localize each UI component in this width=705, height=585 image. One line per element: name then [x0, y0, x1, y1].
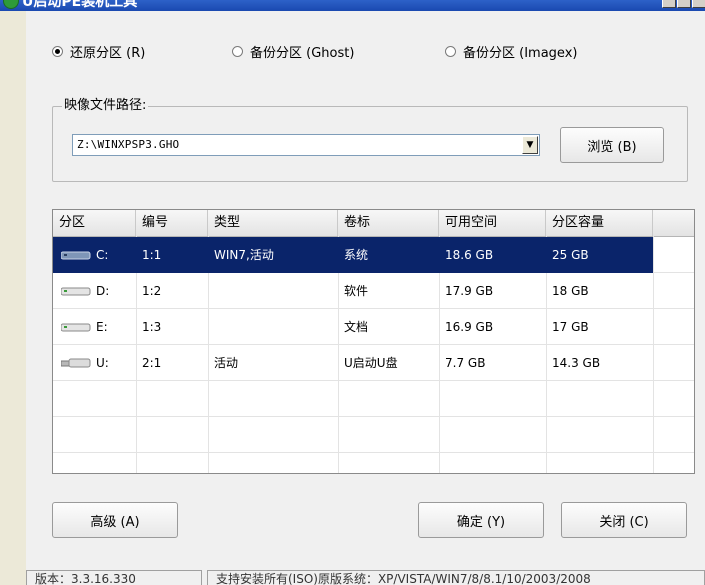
- maximize-icon[interactable]: [677, 0, 691, 8]
- column-header-capacity[interactable]: 分区容量: [546, 210, 653, 236]
- cell-label: 文档: [344, 320, 369, 334]
- radio-label: 还原分区 (R): [70, 45, 146, 61]
- cell-label: 系统: [344, 248, 369, 262]
- cell-free: 16.9 GB: [445, 320, 494, 334]
- chevron-down-icon[interactable]: ▼: [522, 136, 538, 154]
- cell-label: 软件: [344, 284, 369, 298]
- radio-unselected-icon: [445, 45, 456, 57]
- support-text: 支持安装所有(ISO)原版系统：XP/VISTA/WIN7/8/8.1/10/2…: [216, 572, 591, 585]
- status-version: 版本：3.3.16.330: [26, 570, 202, 585]
- column-header-partition[interactable]: 分区: [53, 210, 136, 236]
- cell-drive: C:: [96, 248, 109, 262]
- window-title: U启动PE装机工具: [22, 0, 138, 10]
- column-header-number[interactable]: 编号: [136, 210, 208, 236]
- cell-capacity: 14.3 GB: [552, 356, 601, 370]
- image-path-combobox[interactable]: Z:\WINXPSP3.GHO ▼: [72, 134, 540, 156]
- cell-type: [208, 309, 214, 345]
- cell-type: [208, 273, 214, 309]
- table-row[interactable]: E: 1:3 文档 16.9 GB 17 GB: [53, 309, 694, 345]
- ok-button[interactable]: 确定 (Y): [418, 502, 544, 538]
- table-row[interactable]: C: 1:1 WIN7,活动 系统 18.6 GB 25 GB: [53, 237, 653, 273]
- cell-drive: D:: [96, 284, 110, 298]
- partition-table[interactable]: 分区 编号 类型 卷标 可用空间 分区容量 C: 1:1 WIN7,活动 系统 …: [52, 209, 695, 474]
- radio-selected-icon: [52, 45, 63, 57]
- image-path-value: Z:\WINXPSP3.GHO: [77, 138, 180, 151]
- close-window-icon[interactable]: [692, 0, 705, 8]
- column-header-free-space[interactable]: 可用空间: [439, 210, 546, 236]
- hard-drive-icon: [61, 251, 91, 260]
- column-header-type[interactable]: 类型: [208, 210, 338, 236]
- cell-capacity: 17 GB: [552, 320, 589, 334]
- close-button[interactable]: 关闭 (C): [561, 502, 687, 538]
- radio-label: 备份分区 (Ghost): [250, 45, 355, 61]
- minimize-icon[interactable]: [662, 0, 676, 8]
- cell-free: 17.9 GB: [445, 284, 494, 298]
- cell-capacity: 18 GB: [552, 284, 589, 298]
- cell-number: 1:3: [142, 320, 162, 334]
- status-support: 支持安装所有(ISO)原版系统：XP/VISTA/WIN7/8/8.1/10/2…: [207, 570, 705, 585]
- cell-number: 1:2: [142, 284, 162, 298]
- cell-type: 活动: [214, 356, 239, 370]
- table-row[interactable]: U: 2:1 活动 U启动U盘 7.7 GB 14.3 GB: [53, 345, 694, 381]
- hard-drive-icon: [61, 323, 91, 332]
- version-text: 版本：3.3.16.330: [35, 572, 136, 585]
- title-bar[interactable]: U启动PE装机工具: [0, 0, 705, 11]
- radio-unselected-icon: [232, 45, 243, 57]
- column-header-label[interactable]: 卷标: [338, 210, 439, 236]
- cell-label: U启动U盘: [344, 356, 398, 370]
- image-path-group-label: 映像文件路径:: [62, 94, 149, 113]
- cell-number: 2:1: [142, 356, 162, 370]
- cell-capacity: 25 GB: [552, 248, 589, 262]
- browse-button[interactable]: 浏览 (B): [560, 127, 664, 163]
- hard-drive-icon: [61, 287, 91, 296]
- table-header: 分区 编号 类型 卷标 可用空间 分区容量: [53, 210, 694, 237]
- radio-restore-partition[interactable]: 还原分区 (R): [52, 42, 146, 61]
- radio-backup-ghost[interactable]: 备份分区 (Ghost): [232, 42, 355, 61]
- radio-label: 备份分区 (Imagex): [463, 45, 578, 61]
- cell-drive: U:: [96, 356, 109, 370]
- cell-type: WIN7,活动: [214, 248, 274, 262]
- cell-drive: E:: [96, 320, 108, 334]
- usb-drive-icon: [61, 358, 91, 368]
- radio-backup-imagex[interactable]: 备份分区 (Imagex): [445, 42, 578, 61]
- cell-free: 7.7 GB: [445, 356, 486, 370]
- app-logo-icon: [3, 0, 19, 9]
- advanced-button[interactable]: 高级 (A): [52, 502, 178, 538]
- cell-free: 18.6 GB: [445, 248, 494, 262]
- table-row[interactable]: D: 1:2 软件 17.9 GB 18 GB: [53, 273, 694, 309]
- cell-number: 1:1: [142, 248, 162, 262]
